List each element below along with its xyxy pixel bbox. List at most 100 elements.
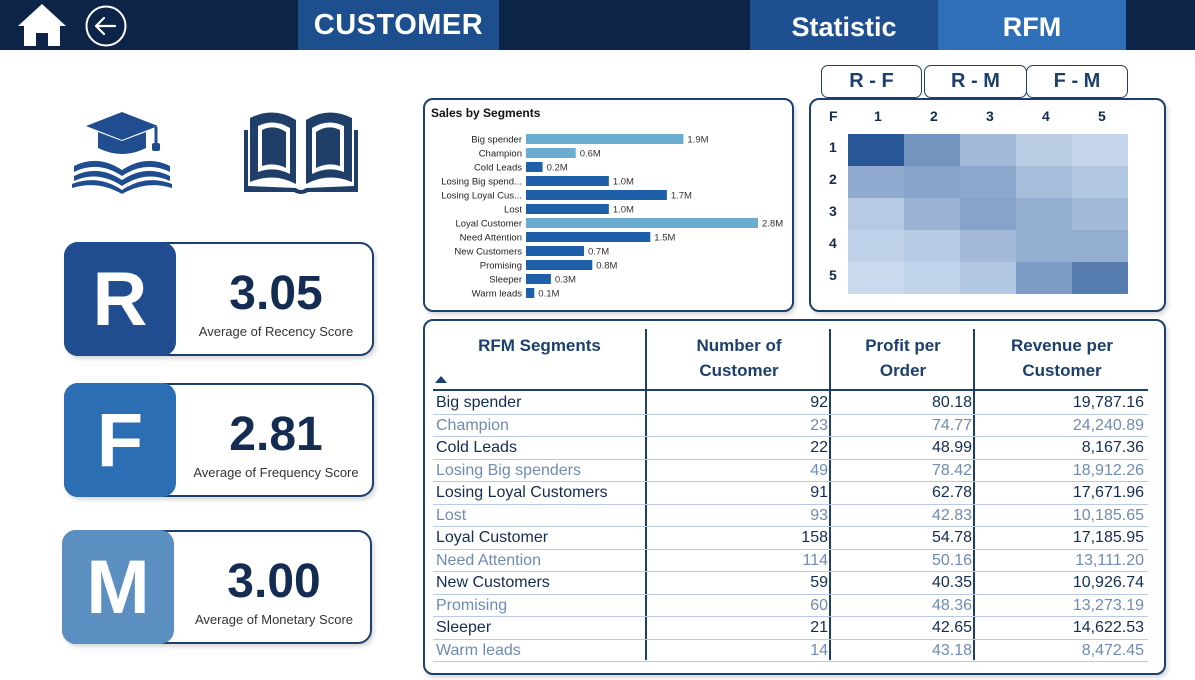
heatmap-cell[interactable] <box>904 262 960 294</box>
heatmap-cell[interactable] <box>1016 134 1072 166</box>
heatmap-cell[interactable] <box>960 166 1016 198</box>
heatmap-cell[interactable] <box>1072 134 1128 166</box>
column-header-segments[interactable]: RFM Segments <box>433 329 646 389</box>
table-row[interactable]: Sleeper 21 42.65 14,622.53 <box>433 617 1148 640</box>
table-row[interactable]: Lost 93 42.83 10,185.65 <box>433 505 1148 527</box>
home-icon[interactable] <box>16 2 68 48</box>
tab-f-m[interactable]: F - M <box>1026 65 1128 98</box>
bar[interactable] <box>526 148 576 158</box>
kpi-frequency-letter: F <box>64 383 176 497</box>
heatmap-row-label: 1 <box>829 139 837 155</box>
bar[interactable] <box>526 260 593 270</box>
bar-category-label: Cold Leads <box>474 163 522 174</box>
table-row[interactable]: Losing Big spenders 49 78.42 18,912.26 <box>433 460 1148 482</box>
bar-data-label: 0.7M <box>588 247 609 258</box>
back-arrow-icon[interactable] <box>84 4 128 48</box>
heatmap-cell[interactable] <box>848 198 904 230</box>
bar[interactable] <box>526 134 684 144</box>
nav-tab-statistic-label: Statistic <box>791 11 897 42</box>
sort-ascending-icon[interactable] <box>435 376 447 383</box>
bar-chart-svg: Big spender 1.9M Champion 0.6M Cold Leads 0.2… <box>441 134 783 300</box>
table-row[interactable]: Loyal Customer 158 54.78 17,185.95 <box>433 527 1148 550</box>
heatmap-cell[interactable] <box>960 230 1016 262</box>
bar[interactable] <box>526 176 609 186</box>
bar[interactable] <box>526 218 758 228</box>
cell-segment: Champion <box>436 416 509 434</box>
heatmap-cell[interactable] <box>848 134 904 166</box>
cell-number-of-customer: 93 <box>810 506 828 524</box>
table-row[interactable]: Promising 60 48.36 13,273.19 <box>433 595 1148 617</box>
bar-category-label: Promising <box>480 261 522 272</box>
cell-revenue-per-customer: 8,472.45 <box>1081 641 1144 659</box>
heatmap-cell[interactable] <box>904 198 960 230</box>
heatmap-cell[interactable] <box>1016 166 1072 198</box>
table-row[interactable]: Champion 23 74.77 24,240.89 <box>433 415 1148 437</box>
cell-number-of-customer: 14 <box>810 641 828 659</box>
cell-segment: Need Attention <box>436 551 541 569</box>
bar-category-label: Big spender <box>471 135 522 146</box>
bar-data-label: 0.3M <box>555 275 576 286</box>
kpi-recency-value: 3.05 <box>229 267 323 320</box>
bar[interactable] <box>526 190 667 200</box>
cell-revenue-per-customer: 24,240.89 <box>1072 416 1144 434</box>
cell-revenue-per-customer: 13,111.20 <box>1075 551 1144 569</box>
heatmap-cell[interactable] <box>848 166 904 198</box>
nav-tab-statistic[interactable]: Statistic <box>750 0 938 50</box>
heatmap-col-label: 5 <box>1098 108 1106 124</box>
tab-r-m[interactable]: R - M <box>924 65 1027 98</box>
heatmap-cell[interactable] <box>1072 198 1128 230</box>
cell-segment: Losing Loyal Customers <box>436 484 608 501</box>
table-row[interactable]: Losing Loyal Customers 91 62.78 17,671.96 <box>433 482 1148 505</box>
heatmap-cell[interactable] <box>1016 198 1072 230</box>
heatmap-cell[interactable] <box>904 230 960 262</box>
cell-number-of-customer: 22 <box>810 439 828 456</box>
heatmap-cell[interactable] <box>1072 166 1128 198</box>
column-header-revenue-per-customer[interactable]: Revenue per Customer <box>976 329 1148 389</box>
table-row[interactable]: New Customers 59 40.35 10,926.74 <box>433 572 1148 595</box>
sales-by-segments-chart: Sales by Segments Big spender 1.9M Champio… <box>423 98 794 312</box>
bar-category-label: Losing Loyal Cus... <box>441 191 522 202</box>
cell-profit-per-order: 48.99 <box>931 439 972 456</box>
bar-data-label: 0.6M <box>580 149 601 160</box>
rfm-segments-table: RFM Segments Number of Customer Profit pe… <box>423 319 1166 675</box>
kpi-monetary-value: 3.00 <box>227 555 321 608</box>
heatmap-cell[interactable] <box>904 166 960 198</box>
bar-category-label: New Customers <box>454 247 522 258</box>
cell-revenue-per-customer: 17,185.95 <box>1072 529 1144 546</box>
bar-data-label: 1.5M <box>654 233 675 244</box>
heatmap-cell[interactable] <box>1072 230 1128 262</box>
heatmap-cell[interactable] <box>1016 230 1072 262</box>
table-row[interactable]: Big spender 92 80.18 19,787.16 <box>433 392 1148 415</box>
cell-number-of-customer: 21 <box>810 619 828 636</box>
nav-tab-rfm[interactable]: RFM <box>938 0 1126 50</box>
bar[interactable] <box>526 288 535 298</box>
bar[interactable] <box>526 274 551 284</box>
heatmap-cell[interactable] <box>848 262 904 294</box>
heatmap-cell[interactable] <box>960 198 1016 230</box>
heatmap-cell[interactable] <box>1072 262 1128 294</box>
cell-number-of-customer: 59 <box>810 574 828 591</box>
cell-profit-per-order: 40.35 <box>931 574 972 591</box>
table-row[interactable]: Need Attention 114 50.16 13,111.20 <box>433 550 1148 572</box>
heatmap-cell[interactable] <box>960 134 1016 166</box>
graduation-cap-book-icon <box>70 108 176 194</box>
table-row[interactable]: Warm leads 14 43.18 8,472.45 <box>433 640 1148 662</box>
heatmap-cell[interactable] <box>904 134 960 166</box>
bar[interactable] <box>526 246 584 256</box>
bar[interactable] <box>526 232 651 242</box>
tab-r-f[interactable]: R - F <box>821 65 922 98</box>
bar[interactable] <box>526 162 543 172</box>
kpi-monetary-label: Average of Monetary Score <box>194 612 353 627</box>
cell-revenue-per-customer: 19,787.16 <box>1072 394 1144 411</box>
heatmap-cell[interactable] <box>848 230 904 262</box>
column-header-number-of-customer[interactable]: Number of Customer <box>648 329 830 389</box>
heatmap-col-label: 3 <box>986 108 994 124</box>
heatmap-cell[interactable] <box>1016 262 1072 294</box>
bar[interactable] <box>526 204 609 214</box>
heatmap-cell[interactable] <box>960 262 1016 294</box>
cell-segment: Sleeper <box>436 619 492 636</box>
column-header-profit-per-order[interactable]: Profit per Order <box>832 329 974 389</box>
cell-segment: Big spender <box>436 394 522 411</box>
cell-revenue-per-customer: 14,622.53 <box>1072 619 1144 636</box>
table-row[interactable]: Cold Leads 22 48.99 8,167.36 <box>433 437 1148 460</box>
